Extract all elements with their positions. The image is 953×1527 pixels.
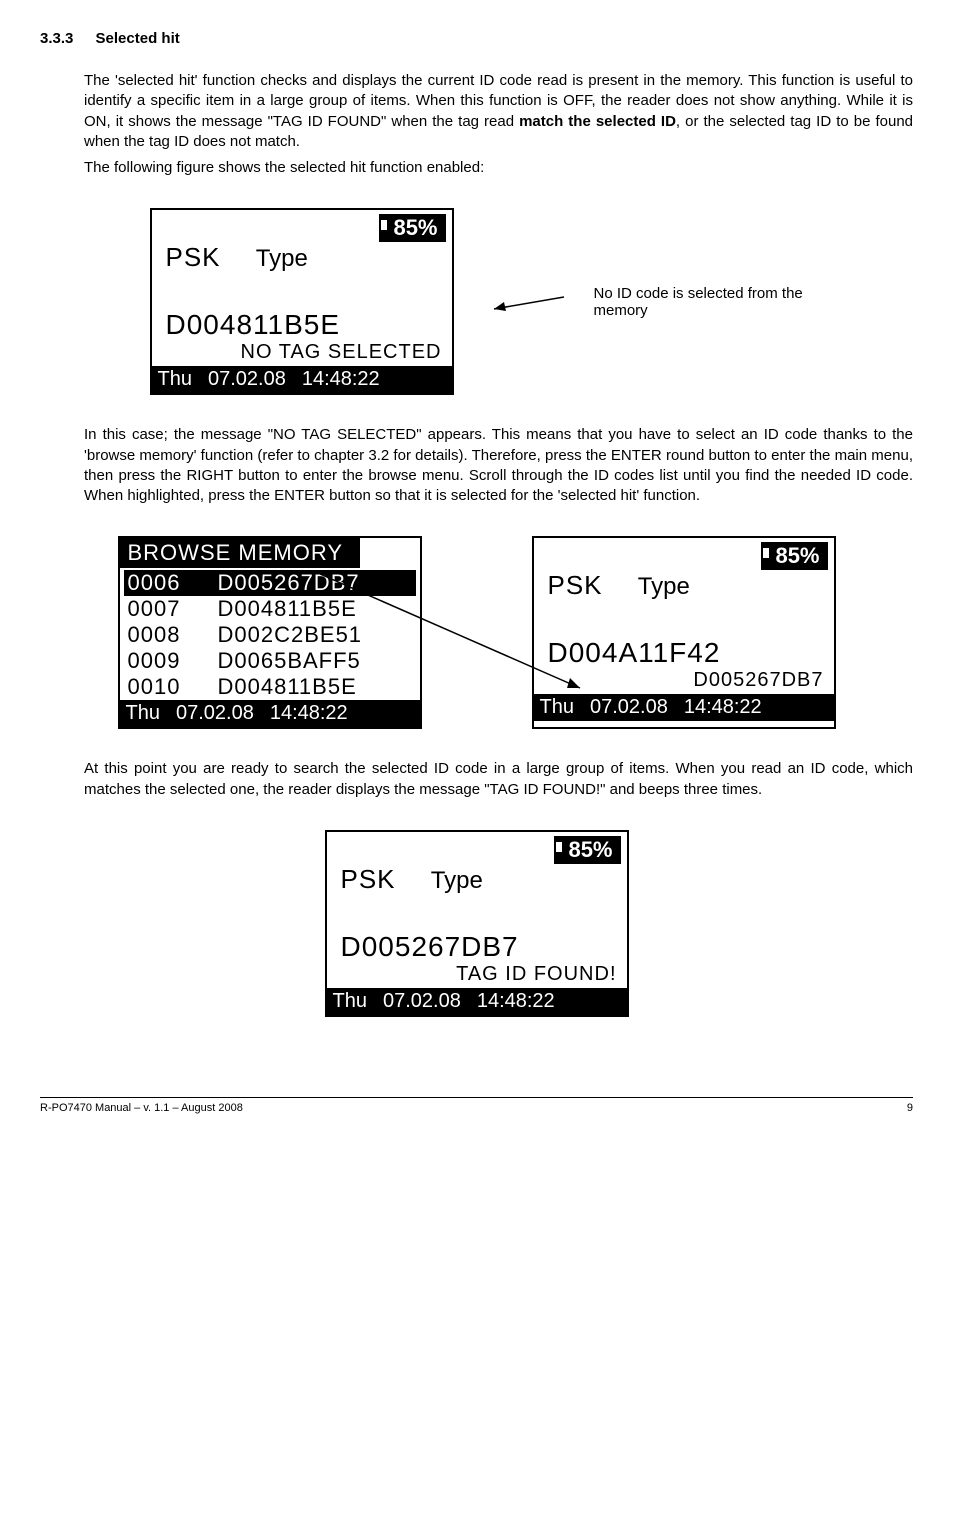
arrow-icon	[484, 287, 564, 317]
status-message: NO TAG SELECTED	[152, 341, 452, 366]
memory-value: D004811B5E	[218, 596, 357, 622]
date: 07.02.08	[590, 696, 668, 719]
status-message: TAG ID FOUND!	[327, 963, 627, 988]
battery-indicator: 85%	[379, 214, 445, 242]
tag-id: D004A11F42	[534, 637, 834, 669]
memory-row: 0007D004811B5E	[120, 596, 420, 622]
psk-label: PSK	[548, 570, 603, 600]
day: Thu	[333, 990, 367, 1013]
memory-index: 0009	[128, 648, 218, 674]
lcd-screen-c: 85% PSK Type D005267DB7 TAG ID FOUND! Th…	[325, 830, 629, 1017]
memory-row: 0006D005267DB7	[124, 570, 416, 596]
time: 14:48:22	[684, 696, 762, 719]
lcd-browse-memory: BROWSE MEMORY 0006D005267DB70007D004811B…	[118, 536, 422, 729]
memory-row: 0009D0065BAFF5	[120, 648, 420, 674]
day: Thu	[540, 696, 574, 719]
time: 14:48:22	[270, 702, 348, 725]
memory-index: 0007	[128, 596, 218, 622]
day: Thu	[158, 368, 192, 391]
memory-value: D0065BAFF5	[218, 648, 361, 674]
date: 07.02.08	[176, 702, 254, 725]
memory-row: 0010D004811B5E	[120, 674, 420, 700]
figure-3: 85% PSK Type D005267DB7 TAG ID FOUND! Th…	[40, 830, 913, 1017]
date: 07.02.08	[208, 368, 286, 391]
time: 14:48:22	[477, 990, 555, 1013]
section-number: 3.3.3	[40, 30, 73, 47]
paragraph-1c: The following figure shows the selected …	[84, 158, 913, 178]
browse-title: BROWSE MEMORY	[128, 540, 360, 566]
footer-page-number: 9	[907, 1102, 913, 1114]
type-label: Type	[638, 573, 690, 600]
annotation-1: No ID code is selected from the memory	[594, 285, 804, 319]
memory-index: 0008	[128, 622, 218, 648]
battery-indicator: 85%	[554, 836, 620, 864]
memory-index: 0010	[128, 674, 218, 700]
type-label: Type	[256, 245, 308, 272]
memory-row: 0008D002C2BE51	[120, 622, 420, 648]
figure-2: BROWSE MEMORY 0006D005267DB70007D004811B…	[40, 536, 913, 729]
paragraph-1: The 'selected hit' function checks and d…	[84, 71, 913, 152]
date: 07.02.08	[383, 990, 461, 1013]
figure-1: 85% PSK Type D004811B5E NO TAG SELECTED …	[40, 208, 913, 395]
type-label: Type	[431, 867, 483, 894]
day: Thu	[126, 702, 160, 725]
tag-id: D004811B5E	[152, 309, 452, 341]
psk-label: PSK	[341, 864, 396, 894]
time: 14:48:22	[302, 368, 380, 391]
memory-value: D004811B5E	[218, 674, 357, 700]
section-title: Selected hit	[96, 30, 180, 47]
psk-label: PSK	[166, 242, 221, 272]
footer-left: R-PO7470 Manual – v. 1.1 – August 2008	[40, 1102, 243, 1114]
section-heading: 3.3.3 Selected hit	[40, 30, 913, 47]
paragraph-3: At this point you are ready to search th…	[84, 759, 913, 800]
page-footer: R-PO7470 Manual – v. 1.1 – August 2008 9	[40, 1097, 913, 1114]
memory-value: D005267DB7	[218, 570, 360, 596]
paragraph-1-bold: match the selected ID	[519, 113, 676, 130]
memory-index: 0006	[128, 570, 218, 596]
lcd-screen-a: 85% PSK Type D004811B5E NO TAG SELECTED …	[150, 208, 454, 395]
memory-value: D002C2BE51	[218, 622, 363, 648]
battery-indicator: 85%	[761, 542, 827, 570]
paragraph-2: In this case; the message "NO TAG SELECT…	[84, 425, 913, 506]
tag-id: D005267DB7	[327, 931, 627, 963]
lcd-screen-b: 85% PSK Type D004A11F42 D005267DB7 Thu 0…	[532, 536, 836, 729]
status-message: D005267DB7	[534, 669, 834, 694]
